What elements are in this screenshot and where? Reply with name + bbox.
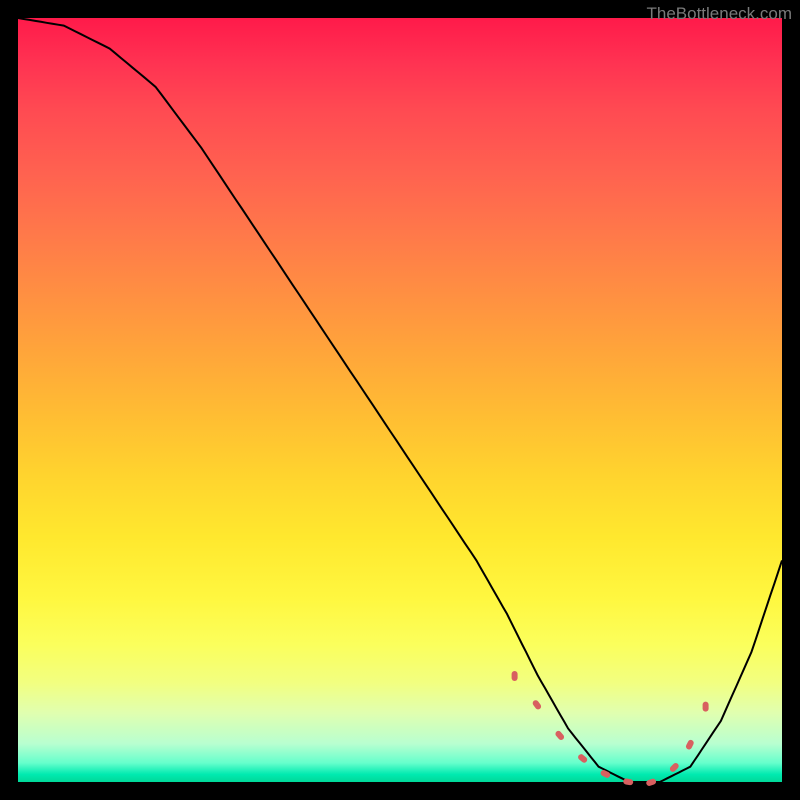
optimal-dot bbox=[577, 753, 589, 764]
optimal-dot bbox=[531, 699, 542, 711]
optimal-dot bbox=[554, 730, 565, 741]
bottleneck-curve-line bbox=[18, 18, 782, 782]
optimal-dot bbox=[703, 702, 709, 712]
optimal-dot bbox=[669, 762, 680, 773]
watermark-text: TheBottleneck.com bbox=[646, 4, 792, 24]
optimal-dot bbox=[685, 739, 695, 751]
chart-svg bbox=[18, 18, 782, 782]
chart-plot-area bbox=[18, 18, 782, 782]
optimal-region-dots bbox=[512, 671, 709, 787]
optimal-dot bbox=[623, 778, 634, 786]
optimal-dot bbox=[512, 671, 518, 681]
optimal-dot bbox=[645, 778, 656, 787]
